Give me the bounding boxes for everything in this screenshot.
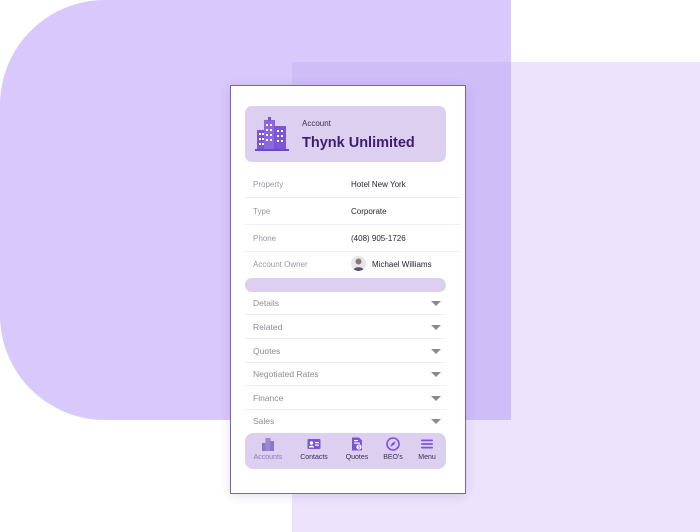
section-label: Negotiated Rates: [253, 369, 319, 379]
hamburger-menu-icon: [421, 439, 433, 449]
field-value[interactable]: (408) 905-1726: [351, 234, 406, 243]
section-quotes[interactable]: Quotes: [245, 340, 446, 363]
chevron-down-icon[interactable]: [431, 372, 441, 377]
field-property: Property Hotel New York: [245, 174, 461, 198]
svg-text:$: $: [358, 445, 361, 451]
field-label: Phone: [253, 234, 277, 243]
field-value[interactable]: Michael Williams: [372, 260, 432, 269]
section-label: Related: [253, 322, 283, 332]
chevron-down-icon[interactable]: [431, 325, 441, 330]
nav-label: Quotes: [345, 454, 369, 461]
section-label: Quotes: [253, 346, 281, 356]
nav-contacts[interactable]: Contacts: [294, 437, 334, 467]
nav-label: Menu: [418, 454, 436, 461]
section-finance[interactable]: Finance: [245, 387, 446, 410]
field-label: Account Owner: [253, 260, 308, 269]
person-avatar-icon: [353, 258, 364, 271]
section-sales[interactable]: Sales: [245, 410, 446, 433]
nav-quotes[interactable]: $ Quotes: [337, 437, 377, 467]
building-icon: [255, 117, 289, 151]
section-label: Finance: [253, 393, 284, 403]
account-header-card: Account Thynk Unlimited: [245, 106, 446, 162]
chevron-down-icon[interactable]: [431, 349, 441, 354]
nav-accounts[interactable]: Accounts: [248, 437, 288, 467]
phone-screen: Account Thynk Unlimited Property Hotel N…: [230, 85, 466, 494]
section-label: Sales: [253, 416, 275, 426]
field-type: Type Corporate: [245, 201, 461, 225]
section-divider-bar: [245, 278, 446, 292]
section-label: Details: [253, 298, 279, 308]
account-label: Account: [302, 119, 331, 128]
nav-label: Contacts: [300, 454, 328, 461]
section-negotiated-rates[interactable]: Negotiated Rates: [245, 363, 446, 386]
bottom-nav-bar: Accounts Contacts $ Quotes BEO's Menu: [245, 433, 446, 469]
field-label: Property: [253, 180, 284, 189]
field-label: Type: [253, 207, 271, 216]
field-value: Corporate: [351, 207, 387, 216]
compass-icon: [386, 437, 400, 451]
nav-menu[interactable]: Menu: [407, 437, 447, 467]
field-value: Hotel New York: [351, 180, 406, 189]
document-dollar-icon: $: [352, 437, 362, 451]
chevron-down-icon[interactable]: [431, 396, 441, 401]
avatar: [351, 256, 366, 271]
section-details[interactable]: Details: [245, 292, 446, 315]
field-account-owner: Account Owner Michael Williams: [245, 254, 461, 278]
chevron-down-icon[interactable]: [431, 419, 441, 424]
buildings-icon: [262, 438, 274, 451]
chevron-down-icon[interactable]: [431, 301, 441, 306]
account-name: Thynk Unlimited: [302, 135, 415, 151]
field-phone: Phone (408) 905-1726: [245, 228, 461, 252]
nav-label: Accounts: [253, 454, 283, 461]
contact-card-icon: [307, 439, 321, 449]
section-related[interactable]: Related: [245, 316, 446, 339]
